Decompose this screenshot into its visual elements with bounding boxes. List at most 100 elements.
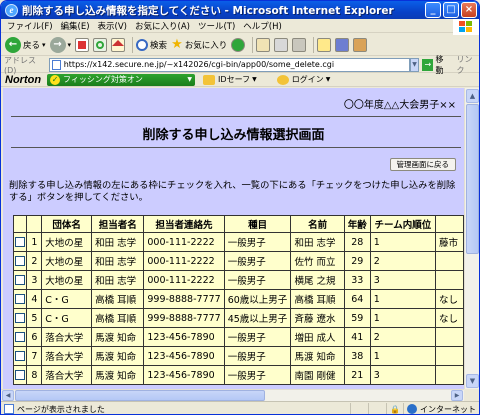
row-checkbox[interactable] [15, 256, 26, 266]
scroll-down-icon[interactable]: ▼ [466, 374, 479, 388]
ie-logo-icon: e [5, 3, 18, 17]
menu-tools[interactable]: ツール(T) [194, 20, 239, 32]
age-cell: 33 [343, 270, 371, 290]
login-icon [276, 74, 289, 85]
forward-button[interactable]: → ▾ [49, 36, 71, 53]
event-cell: 一般男子 [223, 365, 292, 385]
row-checkbox[interactable] [15, 332, 26, 342]
close-button[interactable]: × [461, 2, 477, 18]
contact-person-cell: 馬渡 知命 [91, 346, 145, 366]
row-checkbox[interactable] [15, 351, 26, 361]
window-title: 削除する申し込み情報を指定してください - Microsoft Internet… [22, 4, 394, 17]
contact-phone-cell: 123-456-7890 [143, 346, 225, 366]
row-checkbox[interactable] [15, 313, 26, 323]
contact-person-cell: 和田 志学 [91, 232, 145, 252]
extra-cell: なし [435, 289, 464, 309]
forward-arrow-icon: → [49, 36, 66, 53]
print-icon[interactable] [274, 37, 289, 52]
back-to-admin-button[interactable]: 管理画面に戻る [389, 158, 456, 171]
research-icon[interactable] [353, 37, 368, 52]
search-label: 検索 [150, 40, 168, 51]
header-rank: チーム内順位 [369, 215, 437, 233]
login-button[interactable]: ログイン ▼ [276, 74, 330, 85]
team-cell: 大地の星 [41, 251, 93, 271]
rank-cell: 3 [369, 270, 437, 290]
team-cell: C・G [41, 308, 93, 328]
table-row: 5 C・G 高橋 耳順 999-8888-7777 45歳以上男子 斉藤 遼水 59 1 なし [12, 308, 464, 328]
messenger-icon[interactable] [335, 37, 350, 52]
contact-phone-cell: 000-111-2222 [143, 270, 225, 290]
idsafe-button[interactable]: IDセーフ ▼ [203, 74, 257, 85]
status-panel [350, 402, 368, 414]
back-button[interactable]: ← 戻る ▾ [5, 36, 46, 53]
vertical-scrollbar[interactable]: ▲ ▼ [464, 88, 479, 389]
row-checkbox-cell [12, 270, 28, 290]
row-number: 6 [26, 327, 43, 347]
row-number: 2 [26, 251, 43, 271]
back-label: 戻る [23, 40, 41, 51]
menu-help[interactable]: ヘルプ(H) [239, 20, 286, 32]
lock-icon: 🔒 [386, 402, 403, 414]
scroll-left-icon[interactable]: ◀ [2, 390, 14, 401]
back-arrow-icon: ← [5, 36, 21, 53]
notes-icon[interactable] [317, 37, 332, 52]
contact-person-cell: 馬渡 知命 [91, 365, 145, 385]
header-team: 団体名 [41, 215, 93, 233]
row-number: 1 [26, 232, 43, 252]
browser-window: e 削除する申し込み情報を指定してください - Microsoft Intern… [0, 0, 480, 415]
table-row: 8 落合大学 馬渡 知命 123-456-7890 一般男子 南園 剛健 21 3 [12, 365, 464, 385]
age-cell: 59 [343, 308, 371, 328]
edit-icon[interactable] [292, 37, 307, 52]
team-cell: 落合大学 [41, 346, 93, 366]
row-number: 4 [26, 289, 43, 309]
name-cell: 増田 成人 [290, 327, 345, 347]
menu-file[interactable]: ファイル(F) [3, 20, 57, 32]
extra-cell: なし [435, 308, 464, 328]
row-checkbox[interactable] [15, 370, 26, 380]
page-icon [51, 59, 61, 70]
row-checkbox[interactable] [15, 294, 26, 304]
home-icon[interactable] [111, 37, 126, 52]
address-input[interactable]: https://x142.secure.ne.jp/~x142026/cgi-b… [48, 57, 410, 72]
rank-cell: 1 [369, 289, 437, 309]
row-number: 5 [26, 308, 43, 328]
event-cell: 一般男子 [223, 327, 292, 347]
contact-phone-cell: 999-8888-7777 [143, 289, 225, 309]
stop-icon[interactable] [75, 37, 90, 52]
extra-cell: 藤市 [435, 232, 464, 252]
address-label: アドレス(D) [4, 55, 36, 75]
horizontal-scroll-thumb[interactable] [15, 390, 265, 401]
row-checkbox[interactable] [15, 275, 26, 285]
horizontal-scrollbar[interactable]: ◀ ▶ [1, 389, 464, 401]
scroll-corner [464, 389, 479, 401]
refresh-icon[interactable] [93, 37, 108, 52]
contact-person-cell: 馬渡 知命 [91, 327, 145, 347]
phishing-toggle[interactable]: ✓ フィッシング対策オン ▼ [47, 73, 196, 86]
event-cell: 一般男子 [223, 270, 292, 290]
header-age: 年齢 [343, 215, 371, 233]
menu-favorites[interactable]: お気に入り(A) [131, 20, 194, 32]
history-icon[interactable] [231, 37, 246, 52]
divider [11, 116, 461, 117]
mail-icon[interactable] [256, 37, 271, 52]
vertical-scroll-thumb[interactable] [466, 104, 479, 254]
age-cell: 21 [343, 365, 371, 385]
favorites-button[interactable]: ★ お気に入り [171, 37, 227, 52]
team-cell: 落合大学 [41, 365, 93, 385]
maximize-button[interactable]: □ [443, 2, 459, 18]
row-number: 7 [26, 346, 43, 366]
minimize-button[interactable]: _ [425, 2, 441, 18]
menu-edit[interactable]: 編集(E) [57, 20, 94, 32]
contact-phone-cell: 000-111-2222 [143, 232, 225, 252]
table-row: 6 落合大学 馬渡 知命 123-456-7890 一般男子 増田 成人 41 2 [12, 327, 464, 347]
address-dropdown-icon[interactable]: ▼ [409, 57, 420, 72]
search-button[interactable]: 検索 [136, 38, 168, 51]
menu-view[interactable]: 表示(V) [94, 20, 131, 32]
scroll-up-icon[interactable]: ▲ [466, 89, 479, 103]
name-cell: 斉藤 遼水 [290, 308, 345, 328]
header-name: 名前 [290, 215, 345, 233]
contact-phone-cell: 123-456-7890 [143, 327, 225, 347]
scroll-right-icon[interactable]: ▶ [451, 390, 463, 401]
globe-icon [407, 404, 417, 414]
row-checkbox[interactable] [15, 237, 26, 247]
